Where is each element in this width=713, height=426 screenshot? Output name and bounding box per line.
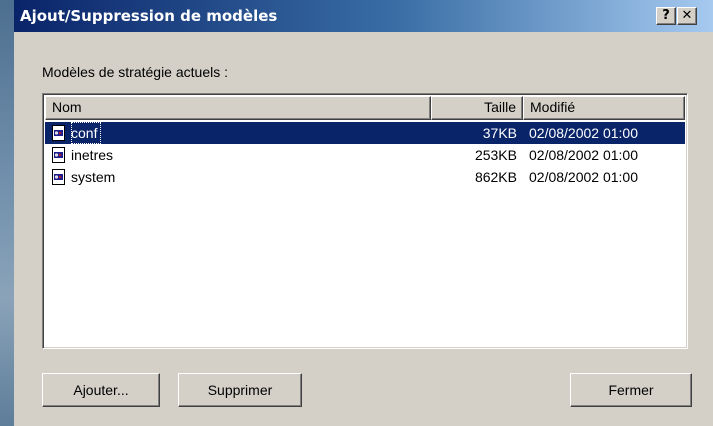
list-item[interactable]: system 862KB 02/08/2002 01:00 xyxy=(45,166,685,188)
title-bar: Ajout/Suppression de modèles ? ✕ xyxy=(14,0,713,32)
file-name: conf xyxy=(71,122,102,144)
remove-button[interactable]: Supprimer xyxy=(178,373,302,407)
adm-template-icon xyxy=(52,147,65,163)
close-button[interactable]: Fermer xyxy=(570,373,692,407)
list-header: Nom Taille Modifié xyxy=(45,96,685,120)
adm-template-icon xyxy=(52,169,65,185)
close-icon: ✕ xyxy=(681,8,693,23)
list-item[interactable]: inetres 253KB 02/08/2002 01:00 xyxy=(45,144,685,166)
file-size: 253KB xyxy=(474,147,517,163)
help-icon: ? xyxy=(662,8,670,23)
file-name: inetres xyxy=(71,147,114,163)
window-title: Ajout/Suppression de modèles xyxy=(20,7,278,25)
file-size: 37KB xyxy=(482,125,517,141)
templates-list[interactable]: Nom Taille Modifié conf 37KB 02/08/2002 … xyxy=(42,93,688,349)
add-button[interactable]: Ajouter... xyxy=(42,373,160,407)
help-button[interactable]: ? xyxy=(656,7,676,25)
close-window-button[interactable]: ✕ xyxy=(677,7,697,25)
adm-template-icon xyxy=(52,125,65,141)
add-remove-templates-dialog: Ajout/Suppression de modèles ? ✕ Modèles… xyxy=(14,0,713,426)
file-modified: 02/08/2002 01:00 xyxy=(529,147,638,163)
column-header-name[interactable]: Nom xyxy=(45,96,431,120)
current-templates-label: Modèles de stratégie actuels : xyxy=(42,64,228,80)
file-size: 862KB xyxy=(474,169,517,185)
column-header-modified[interactable]: Modifié xyxy=(523,96,685,120)
desktop-background xyxy=(0,0,14,426)
file-modified: 02/08/2002 01:00 xyxy=(529,125,638,141)
column-header-size[interactable]: Taille xyxy=(431,96,523,120)
file-name: system xyxy=(71,169,116,185)
file-modified: 02/08/2002 01:00 xyxy=(529,169,638,185)
list-item[interactable]: conf 37KB 02/08/2002 01:00 xyxy=(45,122,685,144)
